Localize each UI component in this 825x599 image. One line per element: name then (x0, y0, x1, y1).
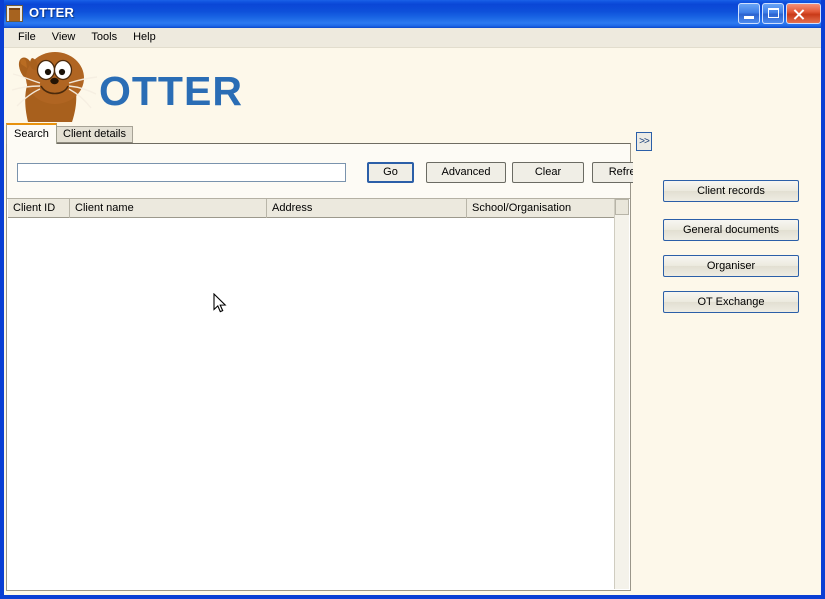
otter-mascot-logo (11, 52, 98, 122)
banner-wordmark: OTTER (99, 68, 243, 114)
search-toolbar: Go Advanced Clear Refresh (7, 144, 664, 199)
clear-button[interactable]: Clear (512, 162, 584, 183)
menu-item-view[interactable]: View (44, 29, 84, 46)
results-grid-header: Client ID Client name Address School/Org… (8, 199, 629, 218)
column-header-client-name[interactable]: Client name (70, 199, 267, 218)
menu-bar: File View Tools Help (4, 28, 821, 48)
tab-client-details[interactable]: Client details (56, 126, 133, 143)
client-records-button[interactable]: Client records (663, 180, 799, 202)
go-button[interactable]: Go (367, 162, 414, 183)
window-title: OTTER (29, 5, 75, 20)
advanced-button[interactable]: Advanced (426, 162, 506, 183)
tab-strip: Search Client details (6, 123, 631, 144)
search-tab-panel: Go Advanced Clear Refresh Client ID Clie… (6, 143, 664, 591)
results-grid-scrollbar[interactable] (614, 199, 629, 589)
column-header-client-id[interactable]: Client ID (8, 199, 70, 218)
column-header-address[interactable]: Address (267, 199, 467, 218)
menu-item-tools[interactable]: Tools (83, 29, 125, 46)
scrollbar-thumb[interactable] (615, 199, 629, 215)
maximize-icon (768, 8, 779, 18)
expand-panel-button[interactable]: >> (636, 132, 652, 151)
window-controls (738, 3, 821, 24)
otter-application-window: OTTER File View Tools Help OTTER Search … (0, 0, 825, 599)
minimize-icon (744, 16, 754, 19)
close-button[interactable] (786, 3, 821, 24)
search-input[interactable] (17, 163, 346, 182)
maximize-button[interactable] (762, 3, 784, 24)
side-panel: >> Client records General documents Orga… (633, 123, 821, 593)
app-icon-glyph (9, 8, 20, 21)
title-bar: OTTER (0, 0, 825, 28)
menu-item-help[interactable]: Help (125, 29, 164, 46)
ot-exchange-button[interactable]: OT Exchange (663, 291, 799, 313)
tab-search[interactable]: Search (6, 123, 57, 144)
column-header-school-organisation[interactable]: School/Organisation (467, 199, 629, 218)
app-banner: OTTER (4, 48, 821, 122)
organiser-button[interactable]: Organiser (663, 255, 799, 277)
app-icon (6, 5, 23, 22)
results-grid-body (8, 218, 629, 589)
menu-item-file[interactable]: File (10, 29, 44, 46)
general-documents-button[interactable]: General documents (663, 219, 799, 241)
minimize-button[interactable] (738, 3, 760, 24)
